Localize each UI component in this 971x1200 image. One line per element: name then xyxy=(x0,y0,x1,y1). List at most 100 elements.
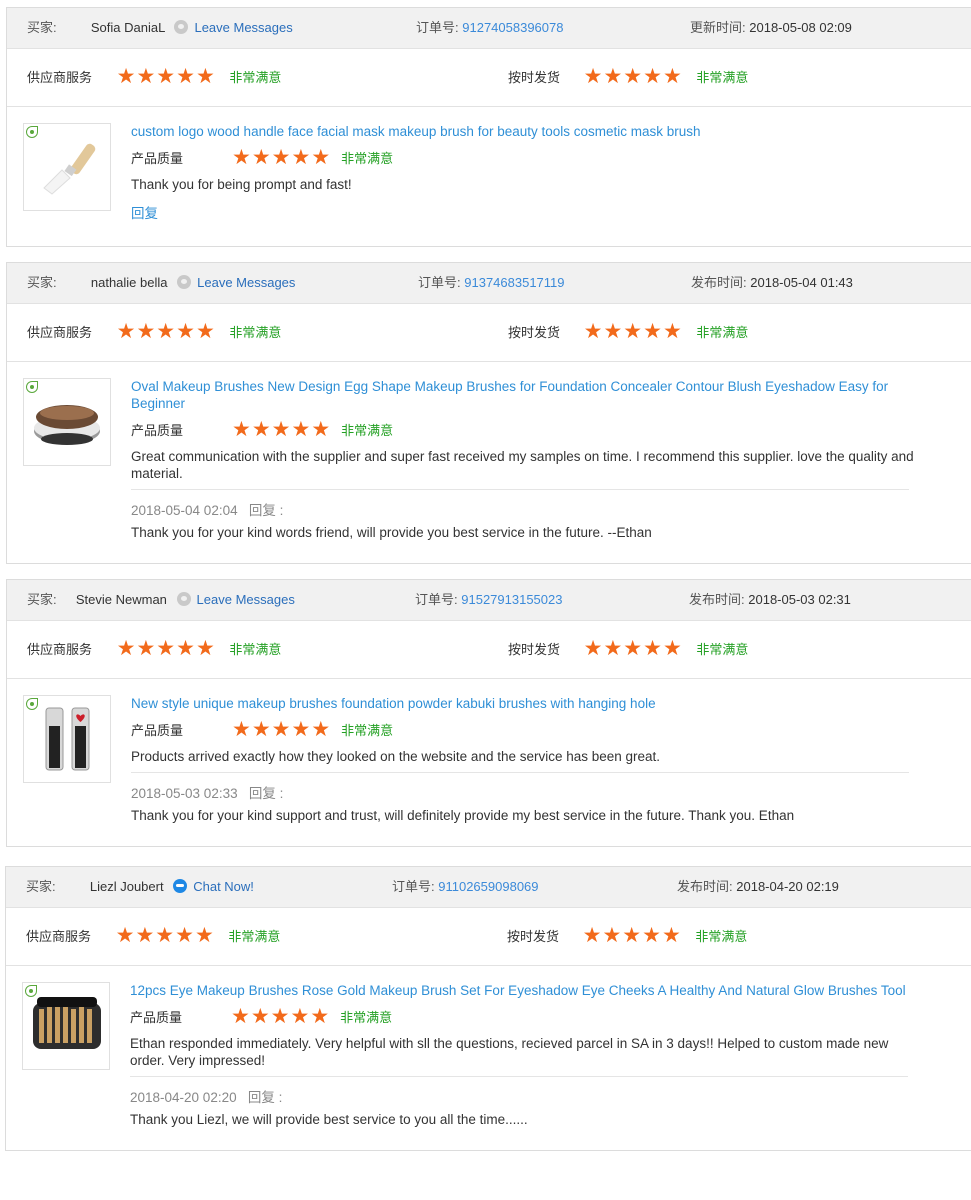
buyer-name[interactable]: nathalie bella xyxy=(91,275,168,290)
supplier-service-label: 供应商服务 xyxy=(27,642,93,657)
review-comment: Thank you for being prompt and fast! xyxy=(131,177,352,192)
time-label: 更新时间: xyxy=(690,20,746,35)
on-time-rating: 按时发货 ★★★★★ 非常满意 xyxy=(508,621,748,678)
product-thumbnail[interactable] xyxy=(23,378,111,466)
review-card: 买家: nathalie bella Leave Messages 订单号: 9… xyxy=(6,262,971,564)
review-card: 买家: Sofia DaniaL Leave Messages 订单号: 912… xyxy=(6,7,971,247)
satisfaction-text: 非常满意 xyxy=(341,151,394,166)
on-time-rating: 按时发货 ★★★★★ 非常满意 xyxy=(508,304,748,361)
quality-rating: 产品质量 ★★★★★ 非常满意 xyxy=(131,418,915,444)
reply-label: 回复 : xyxy=(247,1090,283,1105)
on-time-label: 按时发货 xyxy=(507,929,560,944)
oval-brush-image xyxy=(34,405,100,445)
canada-flag-icon xyxy=(63,276,82,288)
star-icon: ★ xyxy=(194,923,214,948)
reply-text: Thank you for your kind support and trus… xyxy=(131,808,795,823)
reply-text: Thank you for your kind words friend, wi… xyxy=(131,525,652,540)
brush-set-image xyxy=(33,997,101,1049)
satisfaction-text: 非常满意 xyxy=(695,929,748,944)
star-icon: ★ xyxy=(603,319,623,344)
leave-messages-link[interactable]: Leave Messages xyxy=(197,275,295,290)
star-icon: ★ xyxy=(176,636,195,661)
order-number-link[interactable]: 91374683517119 xyxy=(464,275,564,290)
star-icon: ★ xyxy=(115,923,135,948)
star-rating: ★★★★★ xyxy=(117,50,216,107)
star-icon: ★ xyxy=(116,319,136,344)
star-icon: ★ xyxy=(291,416,311,441)
reply-label: 回复 : xyxy=(248,503,284,518)
star-rating: ★★★★★ xyxy=(584,305,683,362)
star-rating: ★★★★★ xyxy=(232,416,331,445)
order-label: 订单号: xyxy=(418,275,461,290)
star-icon: ★ xyxy=(195,64,215,89)
product-title-link[interactable]: Oval Makeup Brushes New Design Egg Shape… xyxy=(131,378,915,412)
star-icon: ★ xyxy=(195,636,215,661)
star-rating: ★★★★★ xyxy=(232,716,331,745)
satisfaction-text: 非常满意 xyxy=(229,70,282,85)
product-thumbnail[interactable] xyxy=(22,982,110,1070)
star-icon: ★ xyxy=(231,1003,250,1028)
time-info: 发布时间: 2018-05-04 01:43 xyxy=(691,263,853,303)
star-icon: ★ xyxy=(135,923,155,948)
star-icon: ★ xyxy=(622,923,642,948)
buyer-name[interactable]: Sofia DaniaL xyxy=(91,20,165,35)
message-icon[interactable] xyxy=(176,592,191,606)
order-number-link[interactable]: 91527913155023 xyxy=(461,592,562,607)
quality-label: 产品质量 xyxy=(131,151,184,166)
order-number-link[interactable]: 91274058396078 xyxy=(462,20,563,35)
satisfaction-text: 非常满意 xyxy=(696,325,749,340)
message-icon[interactable] xyxy=(177,275,192,289)
order-info: 订单号: 91374683517119 xyxy=(418,263,565,303)
reply-text: Thank you Liezl, we will provide best se… xyxy=(130,1112,528,1127)
star-icon: ★ xyxy=(662,64,682,89)
review-header: 买家: Stevie Newman Leave Messages 订单号: 91… xyxy=(7,580,971,621)
product-thumbnail[interactable] xyxy=(23,695,111,783)
supplier-service-label: 供应商服务 xyxy=(27,325,93,340)
product-title-link[interactable]: custom logo wood handle face facial mask… xyxy=(131,123,915,140)
star-icon: ★ xyxy=(251,144,271,169)
buyer-label: 买家: xyxy=(26,879,56,894)
star-icon: ★ xyxy=(311,716,331,741)
star-icon: ★ xyxy=(623,64,643,89)
quality-label: 产品质量 xyxy=(131,423,184,438)
star-rating: ★★★★★ xyxy=(584,622,683,679)
chat-icon[interactable] xyxy=(173,879,188,893)
message-icon[interactable] xyxy=(174,20,189,34)
time-info: 更新时间: 2018-05-08 02:09 xyxy=(690,8,852,48)
order-number-link[interactable]: 91102659098069 xyxy=(438,879,538,894)
leave-messages-link[interactable]: Leave Messages xyxy=(197,592,295,607)
star-icon: ★ xyxy=(176,319,195,344)
on-time-rating: 按时发货 ★★★★★ 非常满意 xyxy=(508,49,748,106)
product-title-link[interactable]: 12pcs Eye Makeup Brushes Rose Gold Makeu… xyxy=(130,982,914,999)
star-icon: ★ xyxy=(270,1003,290,1028)
review-header: 买家: Sofia DaniaL Leave Messages 订单号: 912… xyxy=(7,8,971,49)
order-label: 订单号: xyxy=(392,879,435,894)
review-card: 买家: Liezl Joubert Chat Now! 订单号: 9110265… xyxy=(5,866,971,1151)
supplier-service-rating: 供应商服务 ★★★★★ 非常满意 xyxy=(27,304,281,361)
supplier-service-rating: 供应商服务 ★★★★★ 非常满意 xyxy=(27,49,281,106)
time-label: 发布时间: xyxy=(677,879,733,894)
star-icon: ★ xyxy=(156,319,176,344)
review-time: 2018-05-08 02:09 xyxy=(749,20,852,35)
order-info: 订单号: 91274058396078 xyxy=(416,8,563,48)
star-icon: ★ xyxy=(603,64,623,89)
star-icon: ★ xyxy=(643,319,662,344)
star-rating: ★★★★★ xyxy=(117,622,216,679)
product-thumbnail[interactable] xyxy=(23,123,111,211)
review-card: 买家: Stevie Newman Leave Messages 订单号: 91… xyxy=(6,579,971,847)
product-title-link[interactable]: New style unique makeup brushes foundati… xyxy=(131,695,915,712)
reply-link[interactable]: 回复 xyxy=(131,202,915,222)
star-icon: ★ xyxy=(643,64,662,89)
star-icon: ★ xyxy=(155,923,175,948)
reply-label: 回复 : xyxy=(248,786,284,801)
buyer-name[interactable]: Stevie Newman xyxy=(76,592,167,607)
star-rating: ★★★★★ xyxy=(116,909,215,966)
buyer-name[interactable]: Liezl Joubert xyxy=(90,879,164,894)
star-icon: ★ xyxy=(623,319,643,344)
star-icon: ★ xyxy=(251,416,271,441)
kabuki-brush-image xyxy=(45,707,90,771)
satisfaction-text: 非常满意 xyxy=(229,325,282,340)
leave-messages-link[interactable]: Leave Messages xyxy=(194,20,292,35)
chat-now-link[interactable]: Chat Now! xyxy=(193,879,254,894)
service-ratings: 供应商服务 ★★★★★ 非常满意 按时发货 ★★★★★ 非常满意 xyxy=(7,49,971,107)
